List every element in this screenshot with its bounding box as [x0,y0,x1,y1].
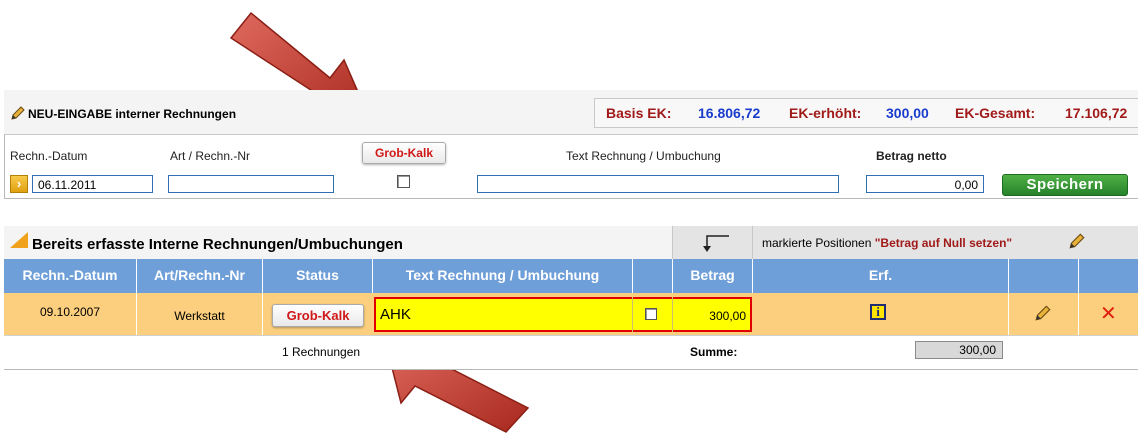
row-text[interactable]: AHK [380,306,411,323]
edit-pencil-icon[interactable] [1034,304,1052,325]
save-button[interactable]: Speichern [1002,174,1128,196]
info-icon[interactable]: i [870,304,886,320]
datum-input[interactable]: 06.11.2011 [32,175,153,193]
section-triangle-icon [10,232,28,248]
date-picker-arrow-icon[interactable]: › [10,175,28,193]
pencil-icon [10,105,26,124]
col-separator [1078,259,1079,293]
new-entry-title: NEU-EINGABE interner Rechnungen [28,107,237,121]
col-separator [1008,259,1009,293]
basis-ek-value: 16.806,72 [698,105,761,121]
art-input[interactable] [168,175,334,193]
art-label: Art / Rechn.-Nr [170,149,251,163]
col-separator [1008,293,1009,335]
annotation-arrows [229,11,530,433]
corner-arrow-area [672,226,753,259]
grob-kalk-button[interactable]: Grob-Kalk [362,142,446,164]
col-header-status[interactable]: Status [263,267,372,283]
col-separator [1078,293,1079,335]
corner-down-arrow-icon [703,235,729,252]
set-zero-pencil-icon[interactable] [1068,232,1086,253]
row-grob-kalk-button[interactable]: Grob-Kalk [272,304,364,327]
datum-label: Rechn.-Datum [10,149,88,163]
betrag-label: Betrag netto [876,149,947,163]
col-separator [632,259,633,293]
ek-summary-box [594,98,1138,128]
text-label: Text Rechnung / Umbuchung [566,149,721,163]
col-header-erf[interactable]: Erf. [753,267,1008,283]
col-header-betrag[interactable]: Betrag [673,267,752,283]
row-datum: 09.10.2007 [39,305,101,319]
summe-value: 300,00 [915,341,1003,359]
invoice-count: 1 Rechnungen [282,345,361,359]
text-input[interactable] [477,175,839,193]
ek-erhoeht-label: EK-erhöht: [789,105,862,121]
set-zero-action[interactable]: "Betrag auf Null setzen" [875,236,1012,250]
betrag-input[interactable]: 0,00 [866,175,984,193]
basis-ek-label: Basis EK: [606,105,672,121]
col-header-text[interactable]: Text Rechnung / Umbuchung [373,267,632,283]
row-betrag[interactable]: 300,00 [673,309,746,323]
marked-positions-prefix: markierte Positionen [762,236,875,250]
col-separator [632,297,633,332]
summe-label: Summe: [690,345,738,359]
ek-erhoeht-value: 300,00 [886,105,929,121]
grob-kalk-checkbox[interactable] [397,175,410,188]
col-separator [262,293,263,335]
existing-invoices-title: Bereits erfasste Interne Rechnungen/Umbu… [32,236,403,253]
col-header-datum[interactable]: Rechn.-Datum [4,267,136,283]
ek-gesamt-label: EK-Gesamt: [955,105,1036,121]
row-art: Werkstatt [174,309,225,323]
marked-positions-text: markierte Positionen "Betrag auf Null se… [762,236,1012,250]
row-null-checkbox[interactable] [645,308,657,320]
delete-icon[interactable]: ✕ [1100,301,1117,326]
col-header-art[interactable]: Art/Rechn.-Nr [137,267,262,283]
ek-gesamt-value: 17.106,72 [1065,105,1128,121]
